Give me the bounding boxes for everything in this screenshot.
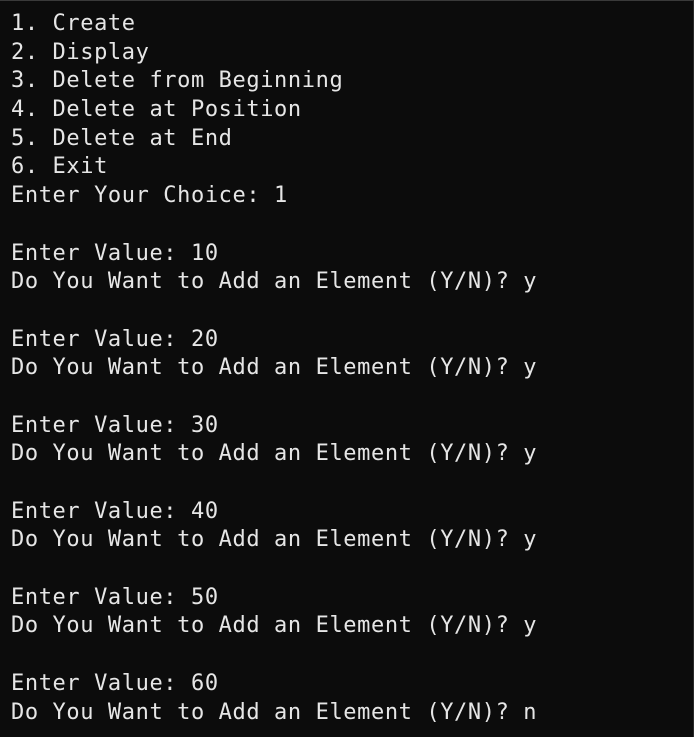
value-prompt: Enter Value: 30 xyxy=(11,412,219,438)
add-element-prompt: Do You Want to Add an Element (Y/N)? y xyxy=(11,613,538,639)
terminal-window[interactable]: 1. Create 2. Display 3. Delete from Begi… xyxy=(0,0,694,737)
add-element-prompt: Do You Want to Add an Element (Y/N)? y xyxy=(11,355,538,381)
value-prompt: Enter Value: 50 xyxy=(11,584,219,610)
add-element-prompt: Do You Want to Add an Element (Y/N)? y xyxy=(11,269,538,295)
menu-item-delete-at-end: 5. Delete at End xyxy=(11,125,233,151)
value-prompt: Enter Value: 10 xyxy=(11,240,219,266)
value-prompt: Enter Value: 20 xyxy=(11,326,219,352)
menu-item-delete-from-beginning: 3. Delete from Beginning xyxy=(11,68,344,94)
value-prompt: Enter Value: 40 xyxy=(11,498,219,524)
menu-item-delete-at-position: 4. Delete at Position xyxy=(11,97,302,123)
menu-item-create: 1. Create xyxy=(11,11,136,36)
menu-item-display: 2. Display xyxy=(11,39,150,65)
add-element-prompt: Do You Want to Add an Element (Y/N)? y xyxy=(11,527,538,553)
value-prompt: Enter Value: 60 xyxy=(11,670,219,696)
add-element-prompt: Do You Want to Add an Element (Y/N)? n xyxy=(11,699,538,725)
choice-prompt: Enter Your Choice: 1 xyxy=(11,183,288,209)
menu-item-exit: 6. Exit xyxy=(11,154,108,180)
add-element-prompt: Do You Want to Add an Element (Y/N)? y xyxy=(11,441,538,467)
